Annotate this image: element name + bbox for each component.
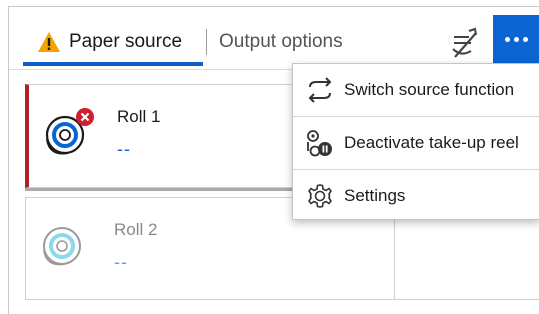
menu-item-label: Settings	[344, 186, 406, 205]
more-options-button[interactable]	[493, 15, 539, 63]
menu-item-settings[interactable]: Settings	[293, 170, 539, 222]
tab-bar: Paper source Output options	[9, 7, 539, 69]
take-up-reel-icon	[307, 130, 332, 157]
paper-source-panel: Paper source Output options Roll 1 -- Ro…	[8, 6, 539, 314]
active-tab-indicator	[23, 62, 203, 66]
more-options-menu: Switch source function Deactivate take-u…	[292, 63, 539, 220]
roll-2-name: Roll 2	[114, 220, 158, 239]
roll-error-icon	[45, 108, 94, 155]
menu-item-label: Deactivate take-up reel	[344, 133, 519, 152]
tab-output-options[interactable]: Output options	[219, 27, 343, 57]
menu-item-label: Switch source function	[344, 80, 515, 99]
roll-inactive-icon	[43, 227, 81, 266]
tab-paper-source-label: Paper source	[69, 31, 183, 52]
menu-item-deactivate-take-up-reel[interactable]: Deactivate take-up reel	[293, 117, 539, 169]
more-dots-icon	[505, 36, 528, 42]
roll-1-name: Roll 1	[117, 107, 161, 126]
roll-2-status: --	[114, 252, 128, 272]
tab-paper-source[interactable]: Paper source	[37, 27, 182, 57]
gear-icon	[308, 184, 332, 208]
warning-icon	[38, 32, 60, 52]
roll-1-status: --	[117, 139, 131, 159]
menu-item-switch-source-function[interactable]: Switch source function	[293, 64, 539, 116]
roll-slash-icon[interactable]	[449, 27, 481, 61]
tab-output-options-label: Output options	[219, 31, 343, 52]
switch-arrows-icon	[308, 77, 332, 103]
tab-divider	[206, 29, 207, 55]
